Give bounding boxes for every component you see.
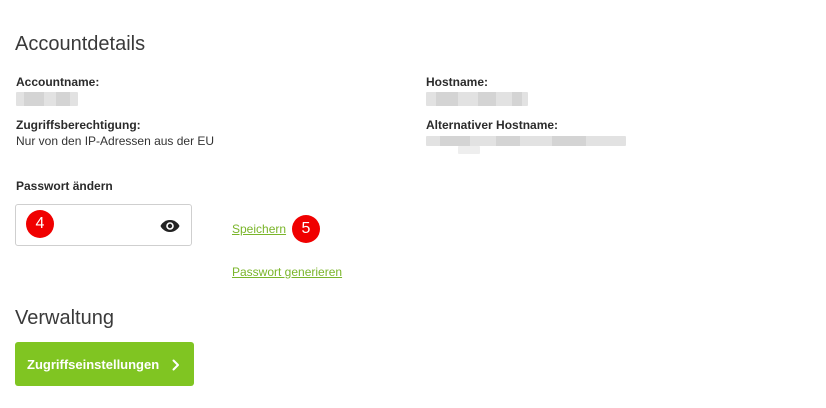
alt-hostname-label: Alternativer Hostname: [426, 118, 559, 132]
save-link[interactable]: Speichern [232, 222, 286, 236]
chevron-right-icon [171, 358, 181, 371]
access-settings-button[interactable]: Zugriffseinstellungen [15, 342, 194, 386]
step-marker-4: 4 [26, 210, 54, 238]
alt-hostname-value-redacted-tail [458, 146, 480, 154]
password-input[interactable] [60, 213, 160, 239]
management-title: Verwaltung [15, 307, 114, 329]
hostname-value-redacted [426, 92, 528, 106]
hostname-label: Hostname: [426, 75, 489, 89]
alt-hostname-value-redacted [426, 136, 626, 146]
access-label: Zugriffsberechtigung: [16, 118, 141, 132]
access-value: Nur von den IP-Adressen aus der EU [16, 134, 215, 148]
account-details-title: Accountdetails [15, 33, 146, 55]
password-change-label: Passwort ändern [16, 179, 113, 193]
step-marker-5: 5 [292, 215, 320, 243]
access-settings-button-label: Zugriffseinstellungen [27, 356, 160, 372]
generate-password-link[interactable]: Passwort generieren [232, 265, 342, 279]
accountname-label: Accountname: [16, 75, 100, 89]
eye-icon[interactable] [160, 219, 180, 233]
accountname-value-redacted [16, 92, 78, 106]
